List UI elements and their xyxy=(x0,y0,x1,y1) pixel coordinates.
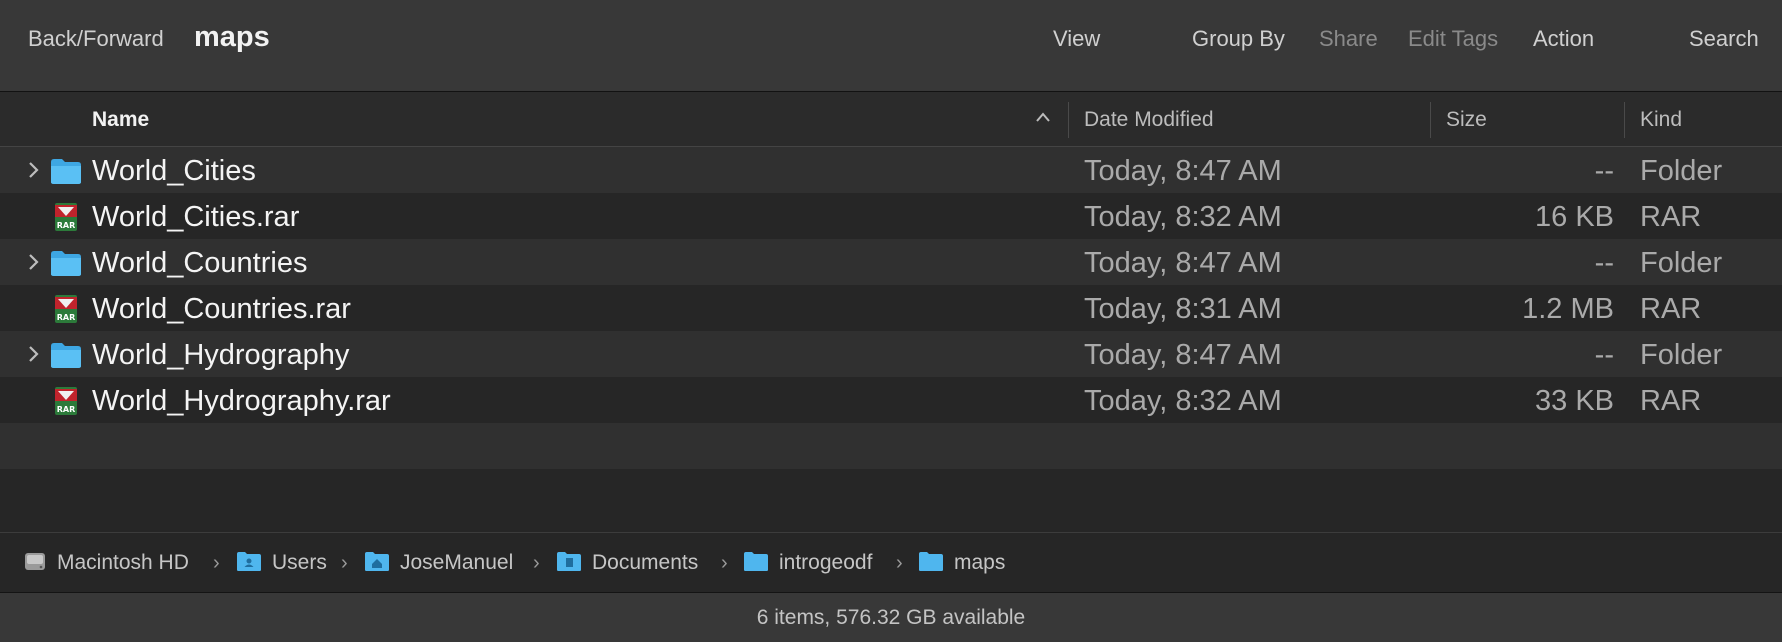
column-header: Name Date Modified Size Kind xyxy=(0,92,1782,147)
column-divider[interactable] xyxy=(1430,102,1431,138)
path-separator: › xyxy=(213,552,220,574)
path-item-label: JoseManuel xyxy=(400,551,514,574)
status-text: 6 items, 576.32 GB available xyxy=(756,606,1026,629)
users-folder-icon xyxy=(236,550,262,577)
path-separator: › xyxy=(896,552,903,574)
column-divider[interactable] xyxy=(1068,102,1069,138)
file-row[interactable]: World_Countries Today, 8:47 AM -- Folder xyxy=(0,239,1782,285)
file-date: Today, 8:32 AM xyxy=(1084,385,1282,417)
file-name: World_Countries.rar xyxy=(92,293,351,325)
empty-row xyxy=(0,469,1782,515)
group-by-button[interactable]: Group By xyxy=(1192,26,1285,52)
file-date: Today, 8:32 AM xyxy=(1084,201,1282,233)
file-date: Today, 8:47 AM xyxy=(1084,247,1282,279)
path-item-users[interactable]: Users xyxy=(236,550,327,576)
file-date: Today, 8:47 AM xyxy=(1084,155,1282,187)
path-separator: › xyxy=(533,552,540,574)
chevron-right-icon[interactable] xyxy=(27,161,39,184)
view-button[interactable]: View xyxy=(1053,26,1100,52)
file-size: 16 KB xyxy=(1535,201,1614,233)
file-name: World_Hydrography.rar xyxy=(92,385,391,417)
path-item-label: Documents xyxy=(592,551,699,574)
file-name: World_Cities.rar xyxy=(92,201,300,233)
svg-text:RAR: RAR xyxy=(57,313,76,322)
path-item-josemanuel[interactable]: JoseManuel xyxy=(364,550,513,576)
search-button[interactable]: Search xyxy=(1689,26,1759,52)
action-button[interactable]: Action xyxy=(1533,26,1594,52)
rar-archive-icon: RAR xyxy=(52,293,80,330)
file-kind: RAR xyxy=(1640,201,1702,233)
folder-icon xyxy=(50,157,82,190)
edit-tags-button[interactable]: Edit Tags xyxy=(1408,26,1498,52)
path-separator: › xyxy=(341,552,348,574)
column-header-name[interactable]: Name xyxy=(92,108,149,132)
file-size: 1.2 MB xyxy=(1522,293,1614,325)
file-name: World_Cities xyxy=(92,155,256,187)
folder-icon xyxy=(918,550,944,577)
path-item-label: Macintosh HD xyxy=(57,551,189,574)
share-button[interactable]: Share xyxy=(1319,26,1378,52)
file-kind: Folder xyxy=(1640,247,1723,279)
path-item-macintosh-hd[interactable]: Macintosh HD xyxy=(23,550,189,576)
finder-window: Back/Forward maps View Group By Share Ed… xyxy=(0,0,1782,642)
file-name: World_Hydrography xyxy=(92,339,350,371)
back-forward-button[interactable]: Back/Forward xyxy=(28,26,164,52)
file-size: -- xyxy=(1594,155,1614,187)
folder-icon xyxy=(743,550,769,577)
rar-archive-icon: RAR xyxy=(52,385,80,422)
file-date: Today, 8:47 AM xyxy=(1084,339,1282,371)
column-header-date-modified[interactable]: Date Modified xyxy=(1084,108,1214,132)
file-size: 33 KB xyxy=(1535,385,1614,417)
status-bar: 6 items, 576.32 GB available xyxy=(0,592,1782,642)
file-size: -- xyxy=(1594,339,1614,371)
file-row[interactable]: RAR World_Cities.rar Today, 8:32 AM 16 K… xyxy=(0,193,1782,239)
folder-icon xyxy=(50,341,82,374)
column-header-size[interactable]: Size xyxy=(1446,108,1487,132)
toolbar: Back/Forward maps View Group By Share Ed… xyxy=(0,0,1782,92)
file-row[interactable]: World_Hydrography Today, 8:47 AM -- Fold… xyxy=(0,331,1782,377)
file-row[interactable]: RAR World_Countries.rar Today, 8:31 AM 1… xyxy=(0,285,1782,331)
file-date: Today, 8:31 AM xyxy=(1084,293,1282,325)
file-kind: RAR xyxy=(1640,293,1702,325)
svg-text:RAR: RAR xyxy=(57,405,76,414)
file-kind: Folder xyxy=(1640,155,1723,187)
documents-folder-icon xyxy=(556,550,582,577)
file-list: World_Cities Today, 8:47 AM -- Folder RA… xyxy=(0,147,1782,532)
window-title: maps xyxy=(194,21,270,53)
empty-row xyxy=(0,423,1782,469)
chevron-up-icon[interactable] xyxy=(1035,110,1051,128)
file-kind: Folder xyxy=(1640,339,1723,371)
home-folder-icon xyxy=(364,550,390,577)
file-kind: RAR xyxy=(1640,385,1702,417)
chevron-right-icon[interactable] xyxy=(27,345,39,368)
file-row[interactable]: RAR World_Hydrography.rar Today, 8:32 AM… xyxy=(0,377,1782,423)
path-item-documents[interactable]: Documents xyxy=(556,550,698,576)
column-divider[interactable] xyxy=(1624,102,1625,138)
file-row[interactable]: World_Cities Today, 8:47 AM -- Folder xyxy=(0,147,1782,193)
folder-icon xyxy=(50,249,82,282)
svg-text:RAR: RAR xyxy=(57,221,76,230)
path-separator: › xyxy=(721,552,728,574)
file-name: World_Countries xyxy=(92,247,308,279)
path-item-label: Users xyxy=(272,551,327,574)
chevron-right-icon[interactable] xyxy=(27,253,39,276)
hard-drive-icon xyxy=(23,549,47,578)
path-item-label: maps xyxy=(954,551,1006,574)
path-bar: Macintosh HD › Users › JoseManuel › Docu… xyxy=(0,532,1782,592)
file-size: -- xyxy=(1594,247,1614,279)
column-header-kind[interactable]: Kind xyxy=(1640,108,1682,132)
path-item-label: introgeodf xyxy=(779,551,873,574)
rar-archive-icon: RAR xyxy=(52,201,80,238)
path-item-introgeodf[interactable]: introgeodf xyxy=(743,550,872,576)
path-item-maps[interactable]: maps xyxy=(918,550,1005,576)
